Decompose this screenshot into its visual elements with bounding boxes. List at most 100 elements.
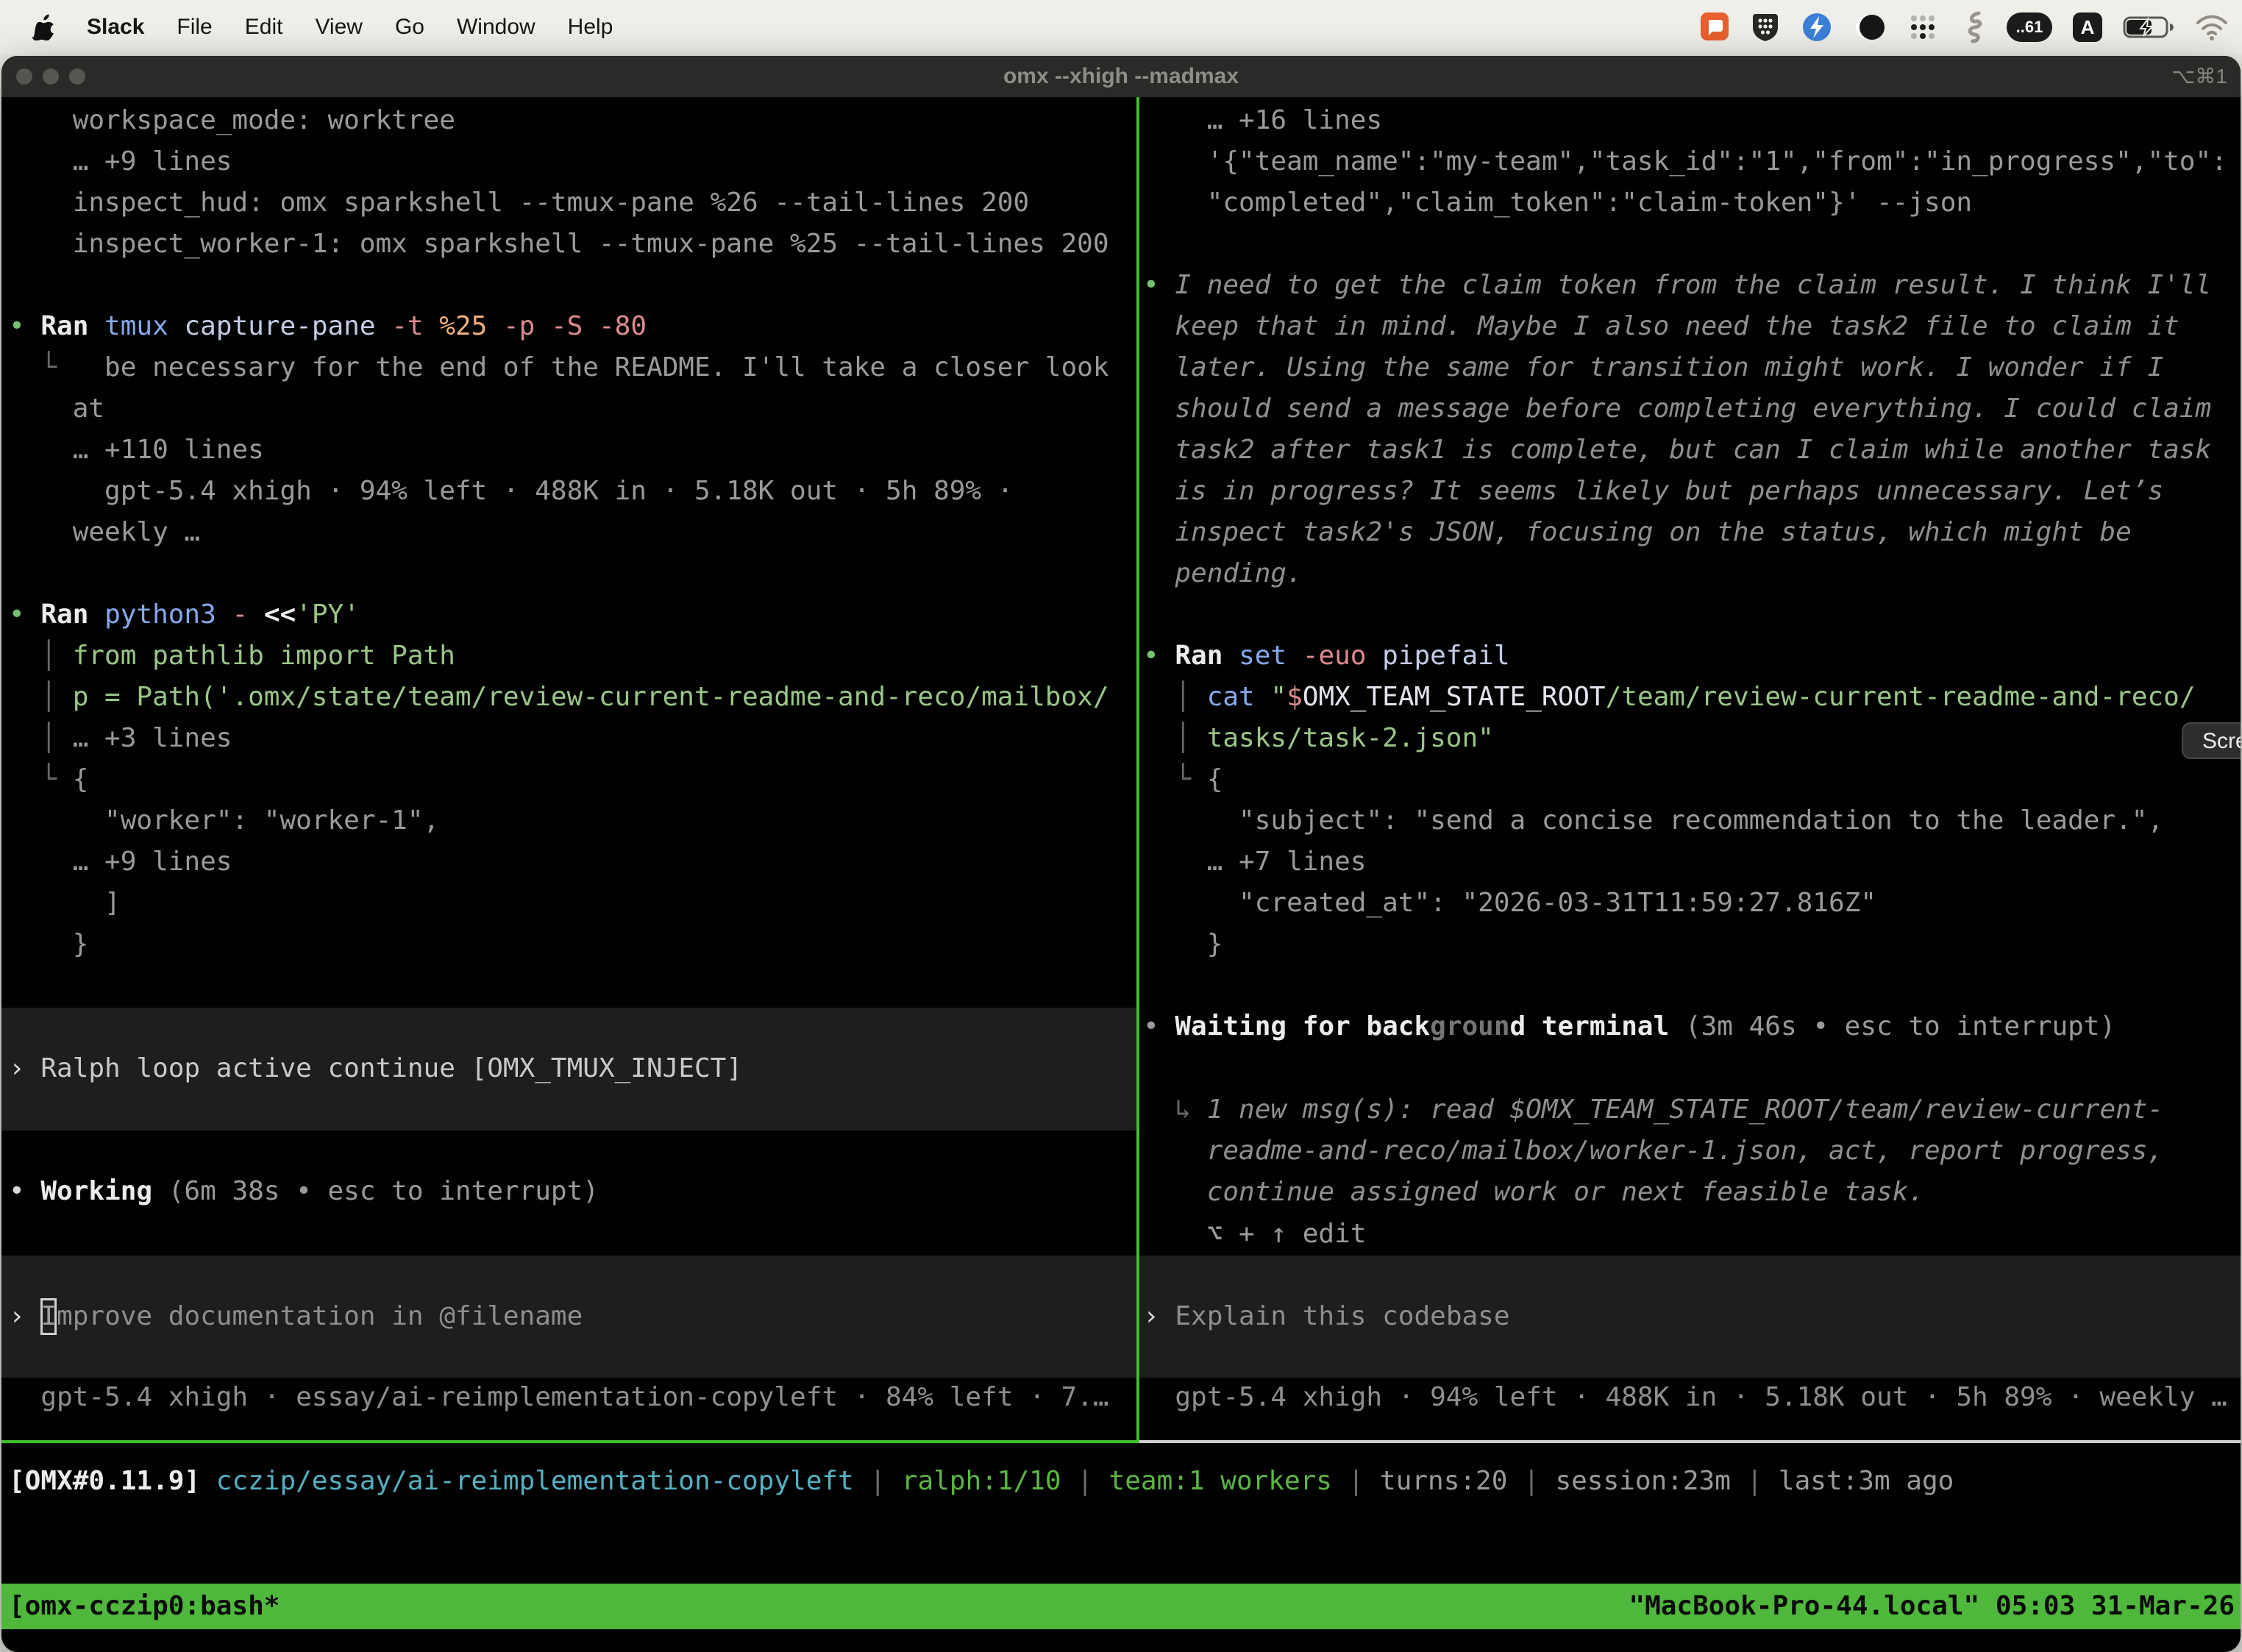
term-line (1143, 594, 2227, 635)
menu-bar: Slack File Edit View Go Window Help ..61 A (0, 0, 2242, 54)
term-line: later. Using the same for transition mig… (1143, 347, 2227, 388)
term-line: inspect_worker-1: omx sparkshell --tmux-… (9, 224, 1109, 265)
term-line: │ from pathlib import Path (9, 635, 1109, 677)
menu-file[interactable]: File (177, 15, 212, 40)
term-line: • I need to get the claim token from the… (1143, 265, 2227, 306)
term-line: weekly … (9, 512, 1109, 553)
menu-slack[interactable]: Slack (87, 15, 144, 40)
term-line: • Working (6m 38s • esc to interrupt) (9, 1171, 599, 1212)
term-line: is in progress? It seems likely but perh… (1143, 471, 2227, 512)
term-line: … +9 lines (9, 141, 1109, 182)
right-mailbox-note: ↳ 1 new msg(s): read $OMX_TEAM_STATE_ROO… (1143, 1089, 2163, 1213)
term-line: task2 after task1 is complete, but can I… (1143, 430, 2227, 471)
term-line: • Waiting for background terminal (3m 46… (1143, 1006, 2115, 1047)
screen-tooltip: Scre (2182, 722, 2241, 759)
menu-bar-status-icons: ..61 A (1699, 10, 2242, 44)
menu-help[interactable]: Help (568, 15, 613, 40)
term-line: inspect task2's JSON, focusing on the st… (1143, 512, 2227, 553)
term-line: '{"team_name":"my-team","task_id":"1","f… (1143, 141, 2227, 182)
left-model-status: gpt-5.4 xhigh · essay/ai-reimplementatio… (9, 1377, 1109, 1418)
term-line: } (9, 924, 1109, 965)
window-shortcut-hint: ⌥⌘1 (2171, 56, 2227, 97)
menu-bar-left: Slack File Edit View Go Window Help (0, 14, 613, 40)
term-line: continue assigned work or next feasible … (1143, 1172, 2163, 1213)
term-line: • Ran tmux capture-pane -t %25 -p -S -80 (9, 306, 1109, 347)
term-line (9, 553, 1109, 594)
term-line: └ { (9, 759, 1109, 800)
term-line: pending. (1143, 553, 2227, 594)
terminal-window: omx --xhigh --madmax ⌥⌘1 workspace_mode:… (1, 56, 2241, 1652)
term-line: "created_at": "2026-03-31T11:59:27.816Z" (1143, 883, 2227, 924)
apple-menu-icon[interactable] (32, 14, 54, 40)
tmux-session-label: [omx-cczip0:bash* (9, 1584, 280, 1629)
window-titlebar: omx --xhigh --madmax ⌥⌘1 (1, 56, 2241, 97)
term-line: │ cat "$OMX_TEAM_STATE_ROOT/team/review-… (1143, 677, 2227, 718)
right-model-status: gpt-5.4 xhigh · 94% left · 488K in · 5.1… (1143, 1377, 2227, 1418)
menu-view[interactable]: View (315, 15, 362, 40)
term-line: workspace_mode: worktree (9, 100, 1109, 141)
term-line: … +9 lines (9, 841, 1109, 883)
term-line: › Ralph loop active continue [OMX_TMUX_I… (9, 1048, 742, 1089)
timer-badge-icon[interactable]: ..61 (2007, 13, 2052, 42)
term-line: should send a message before completing … (1143, 388, 2227, 430)
term-line (1143, 224, 2227, 265)
term-line (9, 265, 1109, 306)
menu-go[interactable]: Go (395, 15, 424, 40)
term-line: gpt-5.4 xhigh · 94% left · 488K in · 5.1… (1143, 1377, 2227, 1418)
term-line: "completed","claim_token":"claim-token"}… (1143, 182, 2227, 224)
term-line: › Improve documentation in @filename (9, 1296, 583, 1337)
right-scrollback: … +16 lines '{"team_name":"my-team","tas… (1143, 100, 2227, 965)
window-title: omx --xhigh --madmax (1, 56, 2241, 97)
tmux-host-clock: "MacBook-Pro-44.local" 05:03 31-Mar-26 (1629, 1584, 2235, 1629)
term-line: … +7 lines (1143, 841, 2227, 883)
screen: { "menu_bar": { "items": [ {"label":"Sla… (0, 0, 2242, 1642)
term-line: … +16 lines (1143, 100, 2227, 141)
pane-divider-vertical[interactable] (1136, 97, 1139, 1440)
term-line: … +110 lines (9, 430, 1109, 471)
battery-icon[interactable] (2123, 15, 2174, 40)
input-source-icon[interactable]: A (2073, 13, 2102, 42)
term-line: └ be necessary for the end of the README… (9, 347, 1109, 388)
term-line: "subject": "send a concise recommendatio… (1143, 800, 2227, 841)
crescent-app-icon[interactable] (1854, 11, 1886, 43)
term-line: "worker": "worker-1", (9, 800, 1109, 841)
term-line: ↳ 1 new msg(s): read $OMX_TEAM_STATE_ROO… (1143, 1089, 2163, 1131)
term-line: ⌥ + ↑ edit (1143, 1214, 1366, 1255)
omx-status-line: [OMX#0.11.9] cczip/essay/ai-reimplementa… (9, 1461, 1954, 1502)
term-line: › Explain this codebase (1143, 1296, 1510, 1337)
dots-grid-icon[interactable] (1907, 11, 1939, 43)
wifi-icon[interactable] (2195, 14, 2229, 40)
menu-items: Slack File Edit View Go Window Help (87, 15, 613, 40)
term-line: } (1143, 924, 2227, 965)
term-line: gpt-5.4 xhigh · 94% left · 488K in · 5.1… (9, 471, 1109, 512)
term-line: • Ran python3 - <<'PY' (9, 594, 1109, 635)
terminal-content: workspace_mode: worktree … +9 lines insp… (1, 97, 2241, 1652)
term-line: └ { (1143, 759, 2227, 800)
term-line: ] (9, 883, 1109, 924)
term-line: readme-and-reco/mailbox/worker-1.json, a… (1143, 1131, 2163, 1172)
pane-border-bottom-left (1, 1440, 1139, 1443)
left-scrollback: workspace_mode: worktree … +9 lines insp… (9, 100, 1109, 965)
ralph-banner-text: › Ralph loop active continue [OMX_TMUX_I… (9, 1048, 742, 1089)
term-line: [OMX#0.11.9] cczip/essay/ai-reimplementa… (9, 1461, 1954, 1502)
term-line: • Ran set -euo pipefail (1143, 635, 2227, 677)
term-line: │ … +3 lines (9, 718, 1109, 759)
right-waiting-status: • Waiting for background terminal (3m 46… (1143, 1006, 2115, 1047)
menu-window[interactable]: Window (457, 15, 535, 40)
password-manager-icon[interactable] (1751, 11, 1780, 43)
right-edit-hint: ⌥ + ↑ edit (1143, 1214, 1366, 1255)
right-input-placeholder[interactable]: › Explain this codebase (1143, 1296, 1510, 1337)
bolt-app-icon[interactable] (1801, 11, 1833, 43)
term-line: keep that in mind. Maybe I also need the… (1143, 306, 2227, 347)
term-line: inspect_hud: omx sparkshell --tmux-pane … (9, 182, 1109, 224)
left-working-status: • Working (6m 38s • esc to interrupt) (9, 1171, 599, 1212)
chat-app-icon[interactable] (1699, 11, 1730, 43)
left-input-placeholder[interactable]: › Improve documentation in @filename (9, 1296, 583, 1337)
term-line: gpt-5.4 xhigh · essay/ai-reimplementatio… (9, 1377, 1109, 1418)
squiggle-app-icon[interactable] (1960, 10, 1986, 44)
term-line: │ p = Path('.omx/state/team/review-curre… (9, 677, 1109, 718)
menu-edit[interactable]: Edit (245, 15, 283, 40)
term-line: │ tasks/task-2.json" (1143, 718, 2227, 759)
pane-border-bottom-right (1139, 1440, 2241, 1443)
term-line: at (9, 388, 1109, 430)
